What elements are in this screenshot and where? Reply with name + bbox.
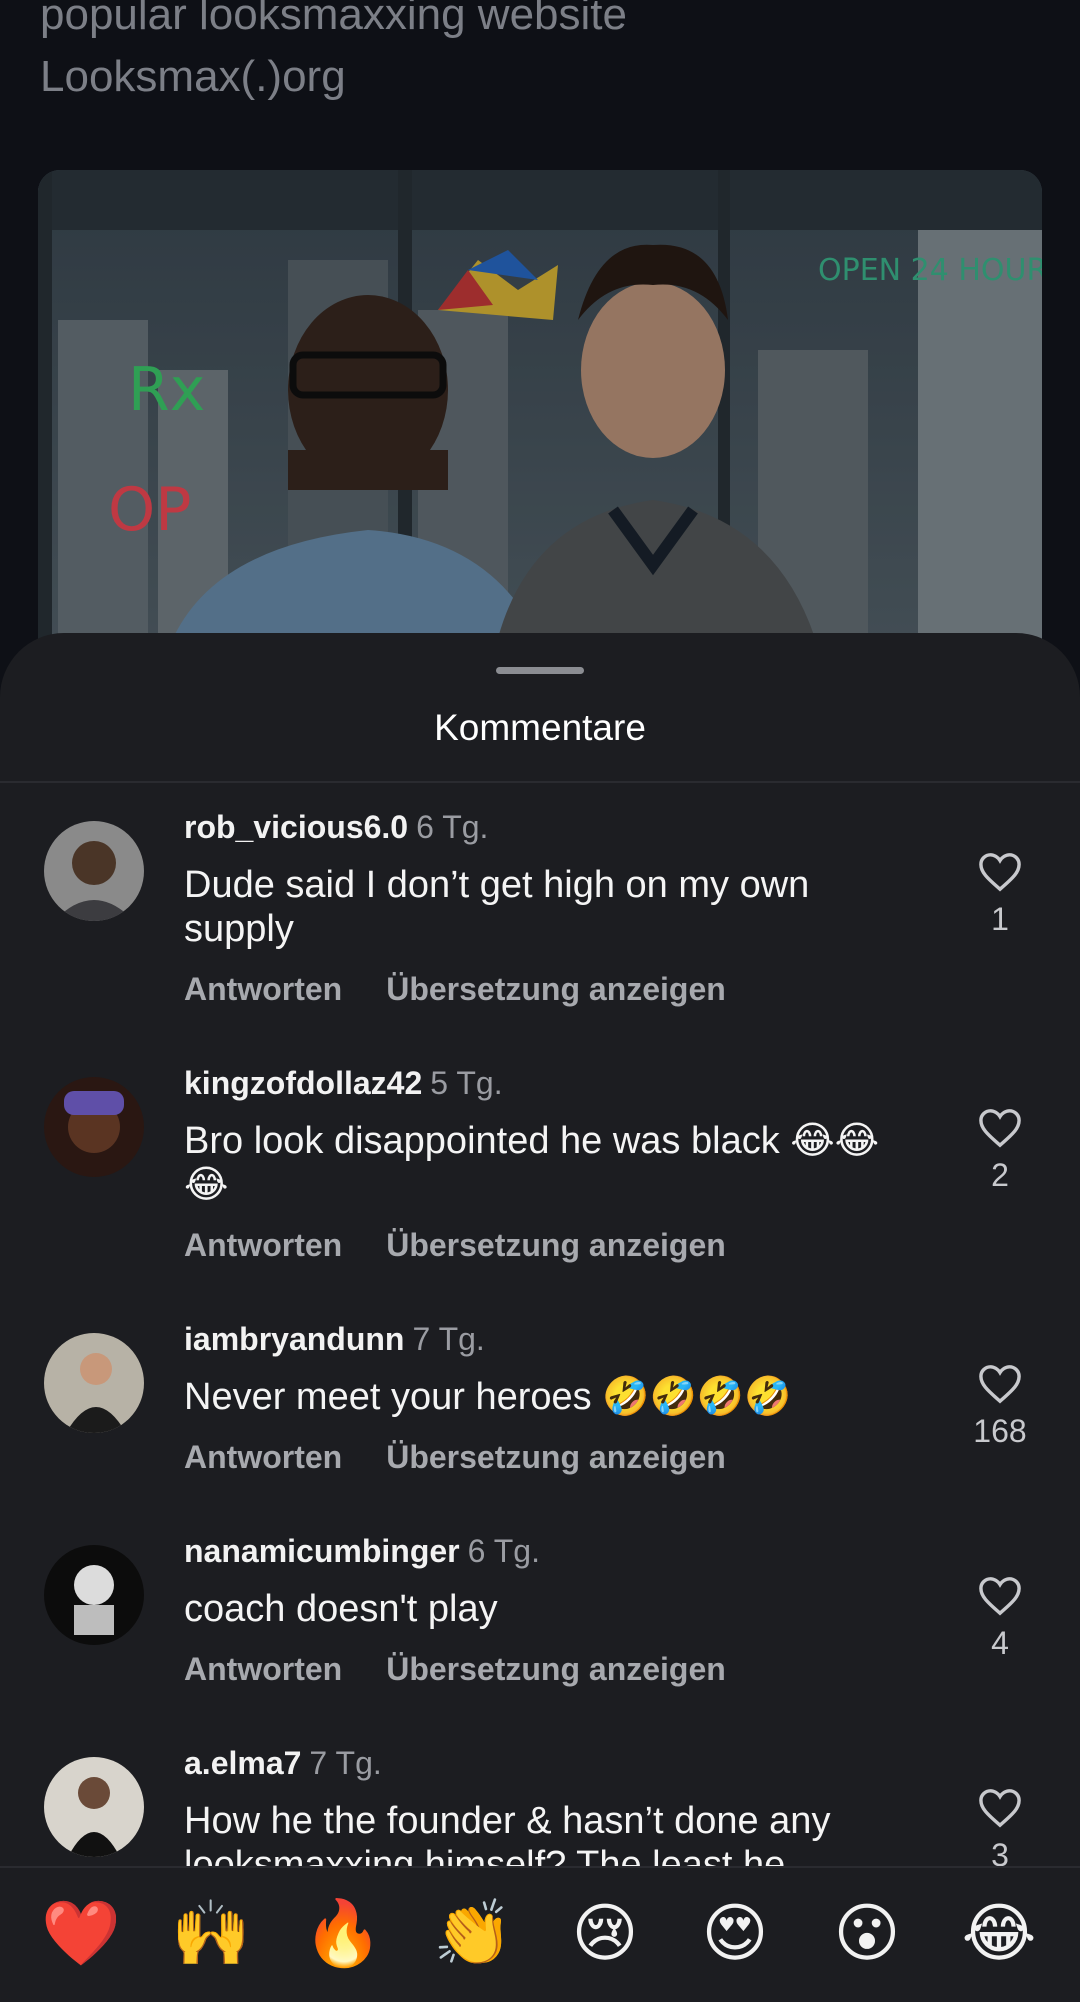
like-count: 4 bbox=[991, 1625, 1009, 1661]
comment-age: 7 Tg. bbox=[412, 1321, 485, 1357]
comment-age: 6 Tg. bbox=[467, 1533, 540, 1569]
sheet-title: Kommentare bbox=[434, 707, 646, 748]
reply-button[interactable]: Antworten bbox=[184, 1439, 342, 1475]
heart-outline-icon bbox=[979, 1109, 1021, 1148]
heart-outline-icon bbox=[979, 1789, 1021, 1828]
translate-button[interactable]: Übersetzung anzeigen bbox=[386, 1651, 726, 1687]
like-button[interactable]: 4 bbox=[970, 1575, 1030, 1662]
emoji-heart-button[interactable]: ❤️ bbox=[36, 1894, 126, 1974]
caption-line-1: popular looksmaxxing website bbox=[40, 0, 627, 39]
comment-actions: Antworten Übersetzung anzeigen bbox=[184, 971, 726, 1008]
comment-meta: kingzofdollaz42 5 Tg. bbox=[184, 1065, 503, 1102]
username[interactable]: iambryandunn bbox=[184, 1321, 404, 1357]
emoji-surprised-button[interactable]: 😮 bbox=[822, 1894, 912, 1974]
avatar[interactable] bbox=[44, 1333, 144, 1433]
translate-button[interactable]: Übersetzung anzeigen bbox=[386, 1439, 726, 1475]
emoji-heart-eyes-button[interactable]: 😍 bbox=[690, 1894, 780, 1974]
emoji-crying-button[interactable]: 😢 bbox=[560, 1894, 650, 1974]
reply-button[interactable]: Antworten bbox=[184, 1227, 342, 1263]
comment-meta: nanamicumbinger 6 Tg. bbox=[184, 1533, 540, 1570]
comment-text: Bro look disappointed he was black 😂😂😂 bbox=[184, 1120, 880, 1206]
username[interactable]: kingzofdollaz42 bbox=[184, 1065, 422, 1101]
emoji-raised-hands-button[interactable]: 🙌 bbox=[166, 1894, 256, 1974]
like-count: 1 bbox=[991, 901, 1009, 937]
emoji-laughing-button[interactable]: 😂 bbox=[954, 1894, 1044, 1974]
comment-text: Never meet your heroes 🤣🤣🤣🤣 bbox=[184, 1376, 792, 1418]
comment-age: 7 Tg. bbox=[309, 1745, 382, 1781]
comment-actions: Antworten Übersetzung anzeigen bbox=[184, 1227, 726, 1264]
like-count: 2 bbox=[991, 1157, 1009, 1193]
emoji-fire-button[interactable]: 🔥 bbox=[298, 1894, 388, 1974]
post-photo[interactable]: Rx OP OPEN 24 HOURS bbox=[38, 170, 1042, 690]
translate-button[interactable]: Übersetzung anzeigen bbox=[386, 971, 726, 1007]
emoji-clap-button[interactable]: 👏 bbox=[428, 1894, 518, 1974]
comments-sheet: Kommentare rob_vicious6.0 6 Tg. Dude said… bbox=[0, 633, 1080, 2000]
like-button[interactable]: 2 bbox=[970, 1107, 1030, 1194]
avatar[interactable] bbox=[44, 1757, 144, 1857]
post-caption: popular looksmaxxing website Looksmax(.)… bbox=[40, 0, 1040, 108]
emoji-reaction-bar: ❤️ 🙌 🔥 👏 😢 😍 😮 😂 bbox=[0, 1866, 1080, 2002]
like-button[interactable]: 168 bbox=[970, 1363, 1030, 1450]
username[interactable]: nanamicumbinger bbox=[184, 1533, 460, 1569]
comment-text: coach doesn't play bbox=[184, 1588, 498, 1630]
like-button[interactable]: 1 bbox=[970, 851, 1030, 938]
caption-line-2: Looksmax(.)org bbox=[40, 52, 346, 101]
comment-age: 5 Tg. bbox=[430, 1065, 503, 1101]
drag-handle[interactable] bbox=[496, 667, 584, 674]
heart-outline-icon bbox=[979, 1577, 1021, 1616]
avatar[interactable] bbox=[44, 1077, 144, 1177]
comment-age: 6 Tg. bbox=[416, 809, 489, 845]
comment-meta: iambryandunn 7 Tg. bbox=[184, 1321, 485, 1358]
username[interactable]: rob_vicious6.0 bbox=[184, 809, 408, 845]
heart-outline-icon bbox=[979, 1365, 1021, 1404]
reply-button[interactable]: Antworten bbox=[184, 1651, 342, 1687]
comment-meta: a.elma7 7 Tg. bbox=[184, 1745, 382, 1782]
comment-actions: Antworten Übersetzung anzeigen bbox=[184, 1651, 726, 1688]
avatar[interactable] bbox=[44, 821, 144, 921]
username[interactable]: a.elma7 bbox=[184, 1745, 301, 1781]
heart-outline-icon bbox=[979, 853, 1021, 892]
comment-text: Dude said I don’t get high on my own sup… bbox=[184, 864, 810, 950]
translate-button[interactable]: Übersetzung anzeigen bbox=[386, 1227, 726, 1263]
comment-actions: Antworten Übersetzung anzeigen bbox=[184, 1439, 726, 1476]
divider bbox=[0, 781, 1080, 783]
avatar[interactable] bbox=[44, 1545, 144, 1645]
comment-meta: rob_vicious6.0 6 Tg. bbox=[184, 809, 488, 846]
reply-button[interactable]: Antworten bbox=[184, 971, 342, 1007]
like-button[interactable]: 3 bbox=[970, 1787, 1030, 1874]
like-count: 168 bbox=[973, 1413, 1027, 1449]
